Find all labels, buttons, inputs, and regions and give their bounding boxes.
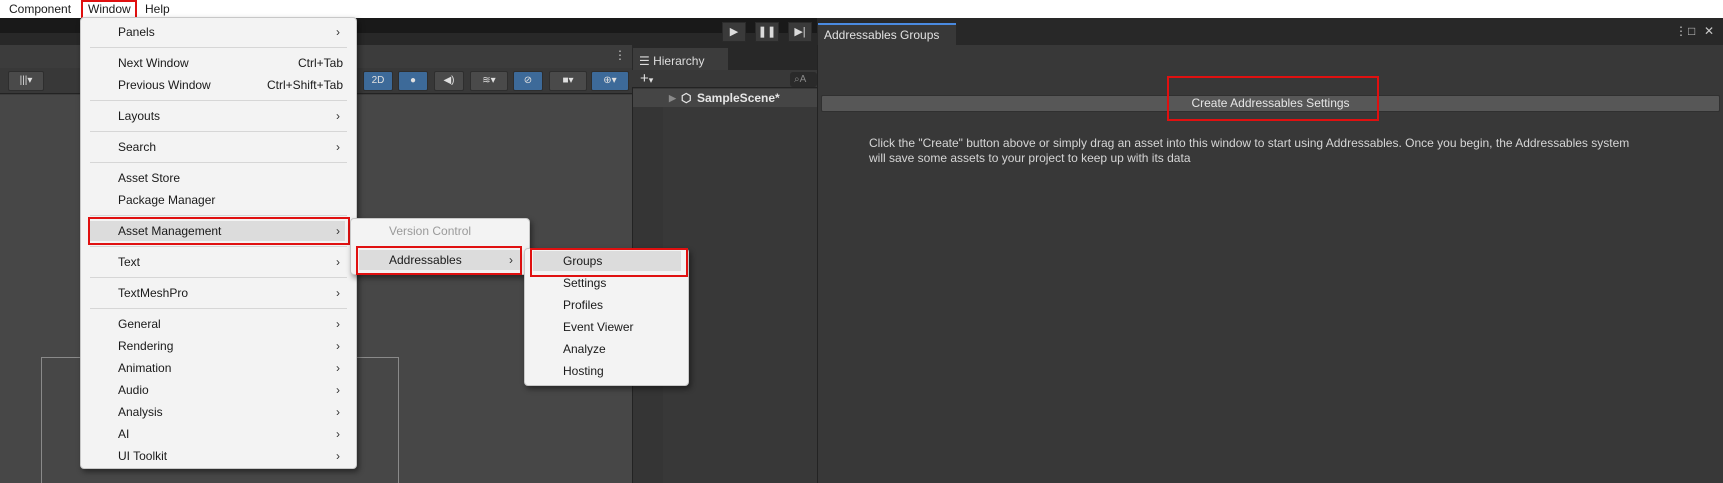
scene-options-icon[interactable]: ⋮ <box>614 48 626 62</box>
chevron-right-icon: › <box>336 427 340 441</box>
camera-dropdown[interactable]: ■▾ <box>549 71 587 91</box>
chevron-right-icon: › <box>336 339 340 353</box>
menu-item-ai[interactable]: AI <box>118 424 343 444</box>
gizmos-dropdown[interactable]: ⊕▾ <box>591 71 629 91</box>
hierarchy-scene-row[interactable]: ▶ ⬡ SampleScene* <box>633 89 817 107</box>
menu-item-settings[interactable]: Settings <box>563 273 681 293</box>
menu-divider <box>90 131 347 132</box>
step-icon: ▶| <box>794 26 806 38</box>
chevron-right-icon: › <box>336 140 340 154</box>
hierarchy-search-input[interactable]: ⌕A <box>790 72 817 87</box>
unity-scene-icon: ⬡ <box>681 91 692 105</box>
menu-item-profiles[interactable]: Profiles <box>563 295 681 315</box>
menu-item-version-control: Version Control <box>389 224 472 238</box>
menu-item-audio[interactable]: Audio <box>118 380 343 400</box>
hierarchy-search-text: A <box>799 74 807 85</box>
expand-arrow-icon[interactable]: ▶ <box>669 89 676 107</box>
chevron-right-icon: › <box>336 255 340 269</box>
maximize-icon[interactable]: □ <box>1688 24 1695 38</box>
menu-item-analyze[interactable]: Analyze <box>563 339 681 359</box>
menu-item-layouts[interactable]: Layouts <box>118 106 343 126</box>
menu-bar: Component Window Help <box>0 0 1723 18</box>
menu-item-ui-toolkit[interactable]: UI Toolkit <box>118 446 343 466</box>
layers-icon: ≋▾ <box>482 75 496 86</box>
menu-item-addressables[interactable]: Addressables <box>359 250 521 270</box>
pause-icon: ❚❚ <box>757 26 777 38</box>
camera-icon: ■▾ <box>562 75 574 86</box>
gizmo-icon: ⊕▾ <box>603 75 617 86</box>
chevron-right-icon: › <box>336 361 340 375</box>
menu-item-general[interactable]: General <box>118 314 343 334</box>
menu-divider <box>90 215 347 216</box>
menu-item-panels[interactable]: Panels <box>118 22 343 42</box>
list-icon: ☰ <box>639 54 654 68</box>
menu-item-asset-management[interactable]: Asset Management <box>90 221 345 241</box>
plus-icon: + <box>640 70 649 87</box>
menu-item-next-window[interactable]: Next Window Ctrl+Tab <box>118 53 343 73</box>
eye-off-icon: ⊘ <box>523 75 533 86</box>
menu-item-hosting[interactable]: Hosting <box>563 361 681 381</box>
addressables-submenu: Groups Settings Profiles Event Viewer An… <box>524 248 689 386</box>
scene-tool-dropdown[interactable]: |||▾ <box>8 71 44 91</box>
menu-divider <box>90 308 347 309</box>
menu-item-groups[interactable]: Groups <box>533 251 681 271</box>
effects-dropdown[interactable]: ≋▾ <box>470 71 508 91</box>
menu-divider <box>90 246 347 247</box>
chevron-right-icon: › <box>336 286 340 300</box>
hierarchy-add-button[interactable]: +▾ <box>640 70 653 87</box>
chevron-right-icon: › <box>336 449 340 463</box>
play-button[interactable]: ▶ <box>722 22 746 42</box>
menu-divider <box>90 100 347 101</box>
menu-item-rendering[interactable]: Rendering <box>118 336 343 356</box>
scene-name: SampleScene* <box>697 91 780 105</box>
menu-item-previous-window[interactable]: Previous Window Ctrl+Shift+Tab <box>118 75 343 95</box>
chevron-right-icon: › <box>336 224 340 238</box>
2d-toggle[interactable]: 2D <box>363 71 393 91</box>
tab-addressables-groups[interactable]: Addressables Groups <box>818 23 956 45</box>
create-addressables-settings-button[interactable]: Create Addressables Settings <box>821 95 1720 112</box>
menu-item-event-viewer[interactable]: Event Viewer <box>563 317 681 337</box>
menu-divider <box>90 277 347 278</box>
panel-options-icon[interactable]: ⋮ <box>1675 24 1687 38</box>
menu-item-textmeshpro[interactable]: TextMeshPro <box>118 283 343 303</box>
menu-item-animation[interactable]: Animation <box>118 358 343 378</box>
chevron-right-icon: › <box>336 383 340 397</box>
audio-toggle[interactable]: ◀) <box>434 71 464 91</box>
addressables-message: Click the "Create" button above or simpl… <box>869 136 1630 165</box>
light-bulb-icon: ● <box>409 75 417 86</box>
tab-hierarchy-label: Hierarchy <box>653 54 705 68</box>
menu-component[interactable]: Component <box>9 2 71 16</box>
menu-item-analysis[interactable]: Analysis <box>118 402 343 422</box>
chevron-right-icon: › <box>336 317 340 331</box>
tab-hierarchy[interactable]: ☰ Hierarchy <box>633 48 728 70</box>
step-button[interactable]: ▶| <box>788 22 812 42</box>
menu-divider <box>90 162 347 163</box>
menu-item-text[interactable]: Text <box>118 252 343 272</box>
menu-item-asset-store[interactable]: Asset Store <box>118 168 343 188</box>
menu-help[interactable]: Help <box>145 2 170 16</box>
play-icon: ▶ <box>729 26 739 38</box>
menu-divider <box>90 47 347 48</box>
lighting-toggle[interactable]: ● <box>398 71 428 91</box>
menu-item-search[interactable]: Search <box>118 137 343 157</box>
chevron-right-icon: › <box>336 405 340 419</box>
chevron-right-icon: › <box>336 25 340 39</box>
close-icon[interactable]: ✕ <box>1704 24 1714 38</box>
visibility-toggle[interactable]: ⊘ <box>513 71 543 91</box>
audio-wave-icon: |||▾ <box>19 75 33 86</box>
pause-button[interactable]: ❚❚ <box>755 22 779 42</box>
menu-item-package-manager[interactable]: Package Manager <box>118 190 343 210</box>
chevron-right-icon: › <box>509 253 513 267</box>
window-menu: Panels › Next Window Ctrl+Tab Previous Wi… <box>80 17 357 469</box>
chevron-right-icon: › <box>336 109 340 123</box>
audio-icon: ◀) <box>443 75 455 86</box>
menu-window[interactable]: Window <box>88 2 131 16</box>
asset-management-submenu: Version Control Addressables › <box>350 218 530 275</box>
